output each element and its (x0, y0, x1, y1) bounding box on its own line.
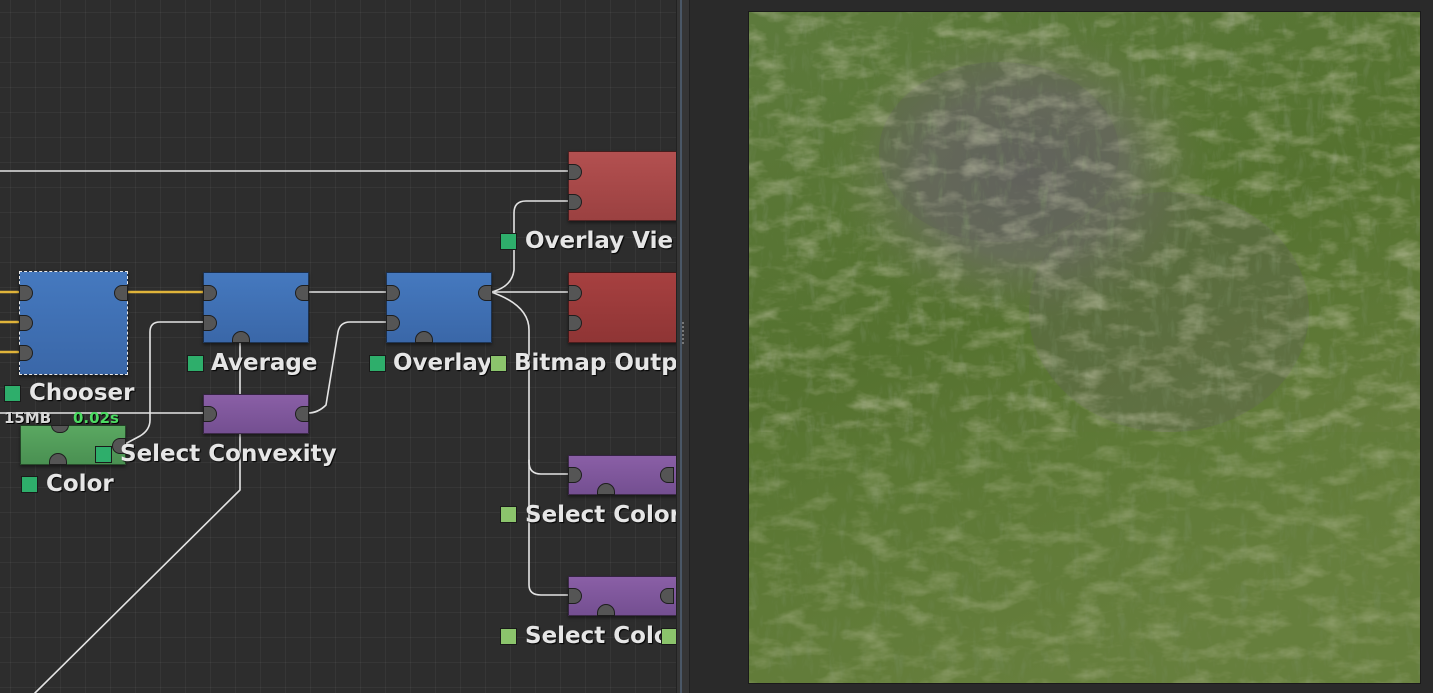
chooser-input-port-3[interactable] (19, 345, 33, 361)
node-graph-editor[interactable]: Chooser 15MB 0.02s Color Average Select … (0, 0, 676, 693)
average-output-port[interactable] (295, 285, 309, 301)
select-color-2-mask-port[interactable] (597, 604, 615, 616)
select-convexity-output-port[interactable] (295, 406, 309, 422)
select-color-1-label: Select Color (525, 502, 676, 528)
overlay-input-port-2[interactable] (386, 315, 400, 331)
overlay-view-input-port-2[interactable] (568, 194, 582, 210)
bitmap-output-status-indicator[interactable] (490, 355, 507, 372)
select-color-2-input-port[interactable] (568, 588, 582, 604)
terrain-texture (749, 12, 1420, 683)
chooser-status-indicator[interactable] (4, 385, 21, 402)
select-convexity-status-indicator[interactable] (95, 446, 112, 463)
chooser-input-port-1[interactable] (19, 285, 33, 301)
overlay-mask-port[interactable] (415, 331, 433, 343)
wire-overlay-to-select-color-1 (490, 291, 569, 475)
overlay-status-indicator[interactable] (369, 355, 386, 372)
chooser-output-port[interactable] (114, 285, 128, 301)
overlay-view-node[interactable] (568, 151, 676, 221)
wire-select-convexity-to-average (124, 321, 204, 445)
bitmap-output-input-port-1[interactable] (568, 285, 582, 301)
color-bottom-port[interactable] (49, 453, 67, 465)
select-convexity-node[interactable] (203, 394, 309, 434)
panel-splitter[interactable] (676, 0, 690, 693)
average-input-port-1[interactable] (203, 285, 217, 301)
select-color-2-status-indicator[interactable] (500, 628, 517, 645)
select-convexity-label: Select Convexity (120, 441, 337, 467)
terrain-preview-image (748, 11, 1421, 684)
overlay-output-port[interactable] (478, 285, 492, 301)
overlay-view-input-port-1[interactable] (568, 164, 582, 180)
select-color-node-2[interactable] (568, 576, 676, 616)
select-color-1-input-port[interactable] (568, 467, 582, 483)
bitmap-output-node[interactable] (568, 272, 676, 343)
average-label: Average (211, 350, 318, 376)
splitter-grip-icon[interactable] (682, 322, 684, 344)
select-color-1-status-indicator[interactable] (500, 506, 517, 523)
color-top-port[interactable] (51, 425, 69, 433)
overlay-label: Overlay (393, 350, 493, 376)
chooser-label: Chooser (29, 380, 135, 406)
color-status-indicator[interactable] (21, 476, 38, 493)
wire-chooser-inputs (0, 290, 20, 354)
bitmap-output-label: Bitmap Outp (514, 350, 676, 376)
overlay-node[interactable] (386, 272, 492, 343)
average-input-port-2[interactable] (203, 315, 217, 331)
overlay-view-label: Overlay Vie (525, 228, 674, 254)
average-mask-port[interactable] (232, 331, 250, 343)
chooser-node[interactable] (19, 271, 128, 375)
select-color-2-extra-indicator[interactable] (661, 628, 676, 645)
preview-panel[interactable] (690, 0, 1433, 693)
splitter-edge (680, 0, 682, 693)
chooser-time: 0.02s (73, 409, 119, 427)
select-color-2-output-port[interactable] (660, 588, 674, 604)
average-status-indicator[interactable] (187, 355, 204, 372)
select-color-node-1[interactable] (568, 455, 676, 495)
average-node[interactable] (203, 272, 309, 343)
select-convexity-input-port[interactable] (203, 406, 217, 422)
overlay-view-status-indicator[interactable] (500, 233, 517, 250)
color-label: Color (46, 471, 114, 497)
bitmap-output-input-port-2[interactable] (568, 315, 582, 331)
select-color-1-output-port[interactable] (660, 467, 674, 483)
overlay-input-port-1[interactable] (386, 285, 400, 301)
chooser-input-port-2[interactable] (19, 315, 33, 331)
chooser-memory: 15MB (4, 409, 52, 427)
select-color-1-mask-port[interactable] (597, 483, 615, 495)
select-color-2-label: Select Colo (525, 623, 670, 649)
